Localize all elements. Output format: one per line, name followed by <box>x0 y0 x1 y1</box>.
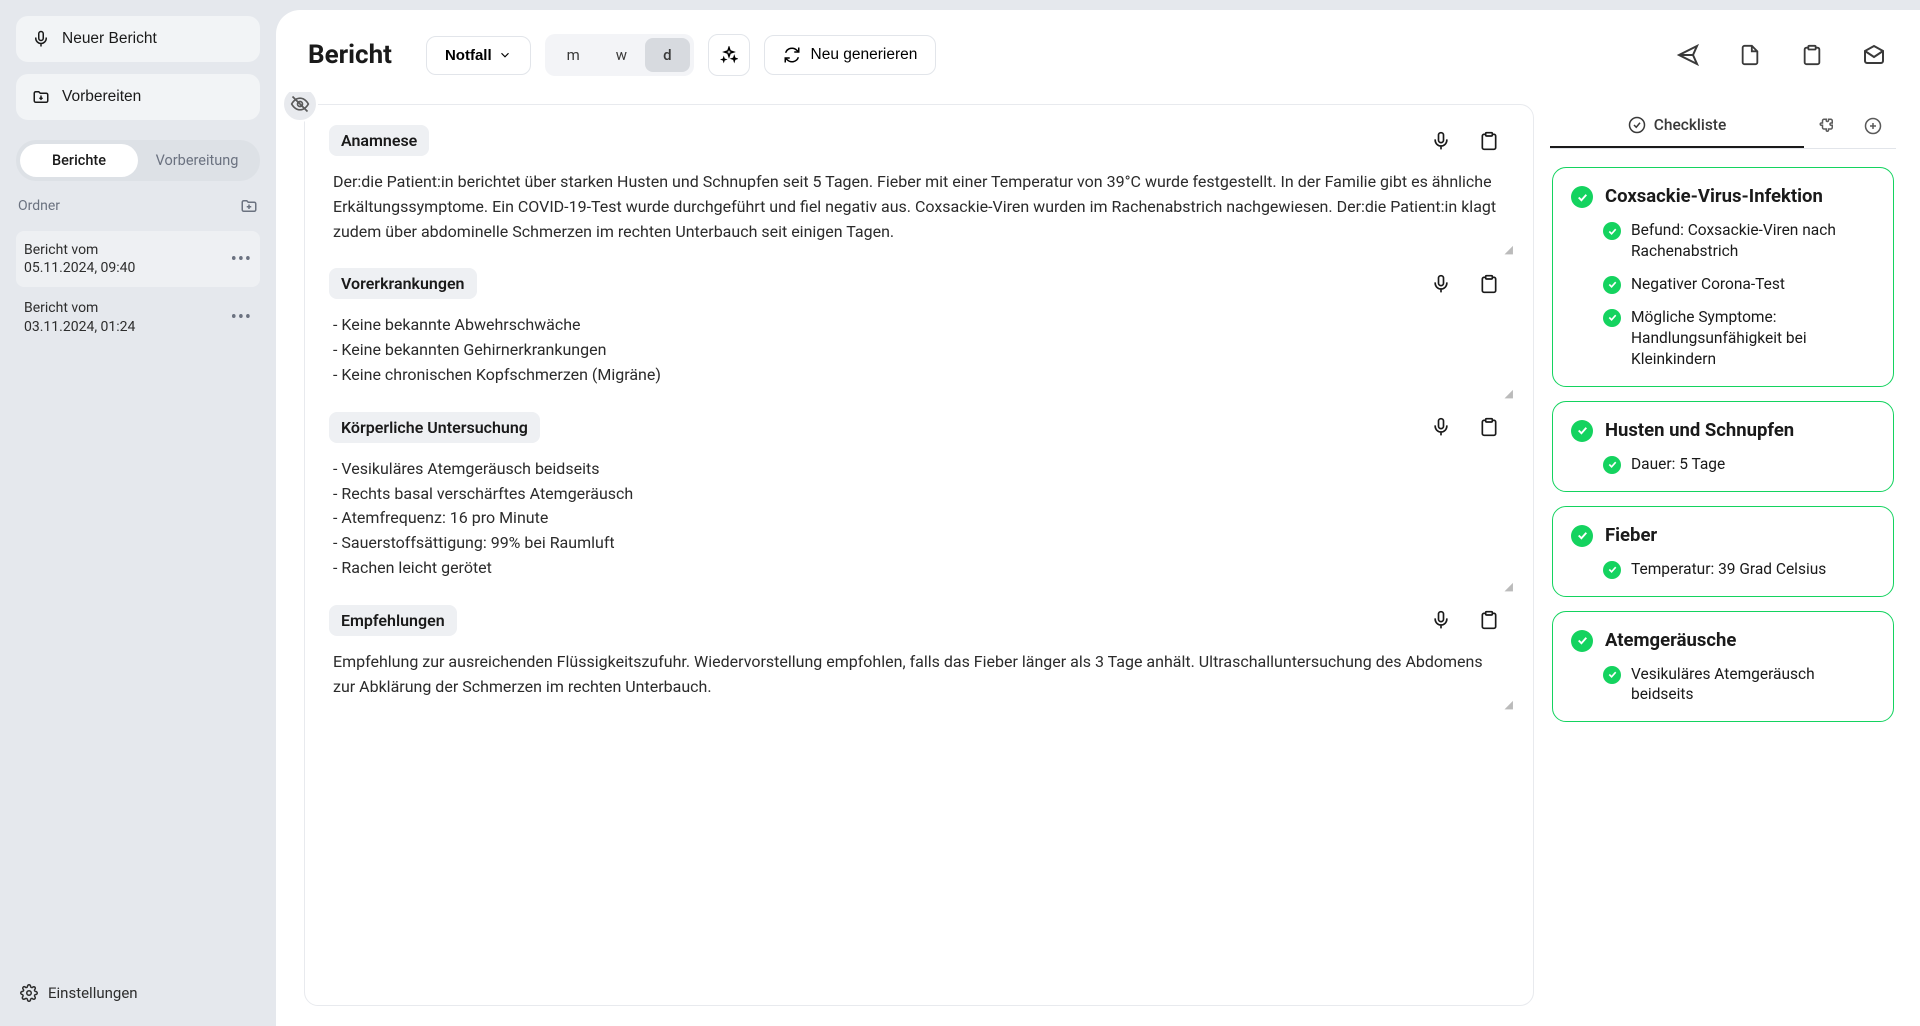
checklist-item-text: Vesikuläres Atemgeräusch beidseits <box>1631 664 1875 706</box>
checklist-card-title: Coxsackie-Virus-Infektion <box>1605 184 1823 208</box>
checklist-item: Dauer: 5 Tage <box>1603 454 1875 475</box>
dropdown-label: Notfall <box>445 47 492 64</box>
page-title: Bericht <box>308 40 392 70</box>
checklist-item-text: Mögliche Symptome: Handlungsunfähigkeit … <box>1631 307 1875 370</box>
mail-button[interactable] <box>1860 41 1888 69</box>
chevron-down-icon <box>498 48 512 62</box>
checklist-card-title: Husten und Schnupfen <box>1605 418 1794 442</box>
checklist-card-title: Fieber <box>1605 523 1657 547</box>
refresh-icon <box>783 46 801 64</box>
segment-d[interactable]: d <box>645 38 689 72</box>
check-icon <box>1603 276 1621 294</box>
checklist-item-text: Negativer Corona-Test <box>1631 274 1785 295</box>
document-button[interactable] <box>1736 41 1764 69</box>
section-body[interactable]: - Vesikuläres Atemgeräusch beidseits - R… <box>329 457 1509 581</box>
checklist-item-text: Temperatur: 39 Grad Celsius <box>1631 559 1826 580</box>
checklist-tab[interactable]: Checkliste <box>1550 104 1804 148</box>
folders-label: Ordner <box>18 198 60 214</box>
clipboard-icon[interactable] <box>1479 274 1499 294</box>
section-body[interactable]: Der:die Patient:in berichtet über starke… <box>329 170 1509 244</box>
section-body[interactable]: Empfehlung zur ausreichenden Flüssigkeit… <box>329 650 1509 700</box>
clipboard-button[interactable] <box>1798 41 1826 69</box>
mic-icon[interactable] <box>1431 274 1451 294</box>
mic-icon[interactable] <box>1431 610 1451 630</box>
sparkle-button[interactable] <box>708 34 750 76</box>
segment-w[interactable]: w <box>598 38 645 72</box>
checklist-item: Vesikuläres Atemgeräusch beidseits <box>1603 664 1875 706</box>
checklist-item: Befund: Coxsackie-Viren nach Rachenabstr… <box>1603 220 1875 262</box>
section-title: Anamnese <box>329 125 429 156</box>
puzzle-tab[interactable] <box>1804 117 1850 135</box>
eye-off-icon <box>290 94 310 114</box>
check-icon <box>1603 309 1621 327</box>
mic-icon[interactable] <box>1431 131 1451 151</box>
settings-link[interactable]: Einstellungen <box>16 976 260 1010</box>
category-dropdown[interactable]: Notfall <box>426 36 531 75</box>
section-title: Vorerkrankungen <box>329 268 477 299</box>
checklist-item: Mögliche Symptome: Handlungsunfähigkeit … <box>1603 307 1875 370</box>
checklist-card[interactable]: Coxsackie-Virus-Infektion Befund: Coxsack… <box>1552 167 1894 387</box>
checklist-item-text: Dauer: 5 Tage <box>1631 454 1725 475</box>
report-section: Anamnese Der:die Patient:in berichtet übe… <box>329 125 1509 244</box>
checklist-card[interactable]: Fieber Temperatur: 39 Grad Celsius <box>1552 506 1894 597</box>
regenerate-button[interactable]: Neu generieren <box>764 35 937 75</box>
section-title: Körperliche Untersuchung <box>329 412 540 443</box>
report-section: Vorerkrankungen - Keine bekannte Abwehrsc… <box>329 268 1509 387</box>
sparkle-icon <box>720 46 738 64</box>
more-icon[interactable]: ••• <box>231 249 252 270</box>
check-icon <box>1603 456 1621 474</box>
check-icon <box>1571 525 1593 547</box>
report-section: Empfehlungen Empfehlung zur ausreichenden… <box>329 605 1509 700</box>
mic-icon[interactable] <box>1431 417 1451 437</box>
segment-m[interactable]: m <box>549 38 598 72</box>
check-icon <box>1571 420 1593 442</box>
report-editor: Anamnese Der:die Patient:in berichtet übe… <box>304 104 1534 1006</box>
report-item-label: Bericht vom03.11.2024, 01:24 <box>24 299 135 335</box>
tab-reports[interactable]: Berichte <box>20 144 138 177</box>
check-icon <box>1603 222 1621 240</box>
section-body[interactable]: - Keine bekannte Abwehrschwäche - Keine … <box>329 313 1509 387</box>
checklist-item: Negativer Corona-Test <box>1603 274 1875 295</box>
resize-handle[interactable]: ◢ <box>1505 241 1513 258</box>
checklist-tab-label: Checkliste <box>1654 116 1727 134</box>
checklist-card[interactable]: Husten und Schnupfen Dauer: 5 Tage <box>1552 401 1894 492</box>
report-section: Körperliche Untersuchung - Vesikuläres At… <box>329 412 1509 581</box>
more-icon[interactable]: ••• <box>231 307 252 328</box>
checklist-item: Temperatur: 39 Grad Celsius <box>1603 559 1875 580</box>
report-list-item[interactable]: Bericht vom05.11.2024, 09:40 ••• <box>16 231 260 287</box>
check-icon <box>1571 630 1593 652</box>
checklist-card-title: Atemgeräusche <box>1605 628 1736 652</box>
send-button[interactable] <box>1674 41 1702 69</box>
gear-icon <box>20 984 38 1002</box>
checklist-card[interactable]: Atemgeräusche Vesikuläres Atemgeräusch be… <box>1552 611 1894 723</box>
new-report-button[interactable]: Neuer Bericht <box>16 16 260 62</box>
resize-handle[interactable]: ◢ <box>1505 578 1513 595</box>
report-list-item[interactable]: Bericht vom03.11.2024, 01:24 ••• <box>16 289 260 345</box>
new-report-label: Neuer Bericht <box>62 30 157 48</box>
gender-segment: mwd <box>545 34 694 76</box>
mic-icon <box>32 30 50 48</box>
check-icon <box>1603 666 1621 684</box>
clipboard-icon[interactable] <box>1479 417 1499 437</box>
clipboard-icon[interactable] <box>1479 610 1499 630</box>
sidebar-tabs: Berichte Vorbereitung <box>16 140 260 181</box>
prepare-label: Vorbereiten <box>62 88 141 106</box>
folder-plus-icon[interactable] <box>240 197 258 215</box>
tab-preparation[interactable]: Vorbereitung <box>138 144 256 177</box>
section-title: Empfehlungen <box>329 605 457 636</box>
settings-label: Einstellungen <box>48 984 138 1002</box>
check-circle-icon <box>1628 116 1646 134</box>
report-item-label: Bericht vom05.11.2024, 09:40 <box>24 241 135 277</box>
folder-in-icon <box>32 88 50 106</box>
check-icon <box>1603 561 1621 579</box>
resize-handle[interactable]: ◢ <box>1505 385 1513 402</box>
prepare-button[interactable]: Vorbereiten <box>16 74 260 120</box>
checklist-item-text: Befund: Coxsackie-Viren nach Rachenabstr… <box>1631 220 1875 262</box>
regenerate-label: Neu generieren <box>811 46 918 64</box>
clipboard-icon[interactable] <box>1479 131 1499 151</box>
check-icon <box>1571 186 1593 208</box>
add-tab[interactable] <box>1850 117 1896 135</box>
resize-handle[interactable]: ◢ <box>1505 696 1513 713</box>
